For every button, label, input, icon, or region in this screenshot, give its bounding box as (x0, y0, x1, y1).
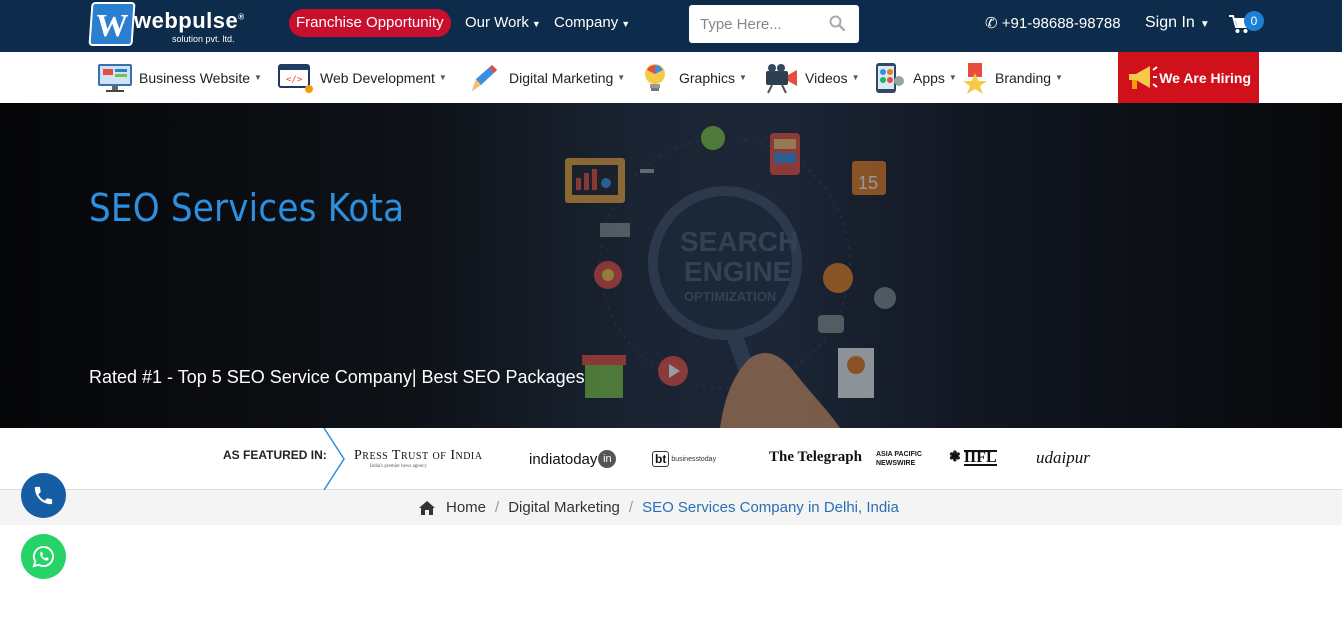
logo-india-today: indiatoday in (529, 450, 617, 468)
breadcrumb-digital-marketing[interactable]: Digital Marketing (508, 499, 620, 516)
chevron-down-icon: ▼ (531, 19, 541, 29)
chevron-down-icon: ▼ (1055, 73, 1063, 82)
breadcrumb-current: SEO Services Company in Delhi, India (642, 499, 899, 516)
hero-subtitle: Rated #1 - Top 5 SEO Service Company| Be… (89, 367, 585, 387)
franchise-opportunity-button[interactable]: Franchise Opportunity (289, 9, 451, 37)
phone-icon (34, 486, 53, 505)
hero-art-word-search: SEARCH (680, 226, 798, 257)
chevron-down-icon: ▼ (739, 73, 747, 82)
breadcrumb: Home / Digital Marketing / SEO Services … (419, 499, 899, 516)
lightbulb-icon (645, 63, 665, 91)
chevron-down-icon: ▼ (621, 19, 631, 29)
hero-banner: 15 SEARCH ENGINE OPTIMIZATION SEO Servic… (0, 103, 1342, 428)
phone-number: +91-98688-98788 (1001, 15, 1121, 32)
chevron-down-icon: ▼ (948, 73, 957, 82)
iifl-emblem-icon: ❃ (949, 450, 961, 465)
logo-the-telegraph: The Telegraph (769, 449, 862, 465)
hero-art-word-optimization: OPTIMIZATION (684, 289, 776, 304)
top-bar: W webpulse® solution pvt. ltd. Franchise… (0, 0, 1342, 52)
search-input[interactable] (689, 5, 819, 43)
nav-digital-marketing[interactable]: Digital Marketing ▼ (466, 52, 625, 103)
sign-in-button[interactable]: Sign In ▼ (1145, 14, 1210, 32)
whatsapp-button[interactable] (21, 534, 66, 579)
call-button[interactable] (21, 473, 66, 518)
hiring-label: We Are Hiring (1159, 69, 1251, 86)
featured-divider (323, 428, 345, 490)
logo-iifl: ❃ IIFL (949, 448, 997, 466)
hero-art-word-engine: ENGINE (684, 256, 791, 287)
nav-our-work[interactable]: Our Work ▼ (465, 14, 541, 31)
svg-text:15: 15 (858, 173, 878, 193)
featured-in-strip: AS FEATURED IN: Press Trust of India Ind… (0, 428, 1342, 490)
nav-graphics[interactable]: Graphics ▼ (636, 52, 747, 103)
logo-tagline: solution pvt. ltd. (172, 34, 235, 44)
nav-branding[interactable]: Branding ▼ (960, 52, 1063, 103)
chevron-down-icon: ▼ (254, 73, 262, 82)
mobile-app-icon (876, 62, 904, 93)
chevron-down-icon: ▼ (617, 73, 626, 82)
webpulse-logo[interactable]: W webpulse® solution pvt. ltd. (88, 2, 265, 48)
breadcrumb-bar: Home / Digital Marketing / SEO Services … (0, 490, 1342, 525)
phone-link[interactable]: ✆ +91-98688-98788 (985, 14, 1121, 32)
nav-company[interactable]: Company ▼ (554, 14, 630, 31)
cart-count-badge: 0 (1244, 11, 1264, 31)
chevron-down-icon: ▼ (1199, 19, 1210, 30)
nav-business-website[interactable]: Business Website ▼ (96, 52, 262, 103)
breadcrumb-home[interactable]: Home (446, 499, 486, 516)
chevron-down-icon: ▼ (438, 73, 447, 82)
monitor-icon (98, 63, 132, 92)
logo-brand: webpulse (134, 8, 239, 33)
logo-mark-icon: W (88, 2, 136, 46)
star-ribbon-icon (963, 62, 987, 94)
svg-text:</>: </> (286, 75, 303, 85)
logo-asia-pacific-newswire: ASIA PACIFIC NEWSWIRE (876, 451, 922, 467)
breadcrumb-separator: / (495, 499, 500, 516)
logo-press-trust-of-india: Press Trust of India India's premier new… (354, 448, 483, 469)
breadcrumb-separator: / (628, 499, 634, 516)
code-window-icon: </> (278, 63, 313, 93)
search-box (689, 5, 859, 43)
phone-icon: ✆ (985, 15, 998, 32)
home-icon[interactable] (419, 500, 435, 515)
search-icon[interactable] (829, 15, 845, 31)
we-are-hiring-button[interactable]: We Are Hiring (1118, 52, 1259, 103)
logo-business-today: bt businesstoday (652, 451, 716, 467)
page-title: SEO Services Kota (89, 186, 405, 230)
whatsapp-icon (32, 545, 54, 568)
nav-web-development[interactable]: </> Web Development ▼ (277, 52, 447, 103)
megaphone-icon (1129, 66, 1158, 89)
nav-apps[interactable]: Apps ▼ (870, 52, 957, 103)
chevron-down-icon: ▼ (851, 73, 860, 82)
logo-udaipur-times: udaipur (1036, 448, 1090, 467)
featured-in-label: AS FEATURED IN: (223, 448, 327, 462)
video-camera-icon (766, 63, 797, 93)
pencil-icon (472, 64, 497, 91)
nav-videos[interactable]: Videos ▼ (762, 52, 859, 103)
